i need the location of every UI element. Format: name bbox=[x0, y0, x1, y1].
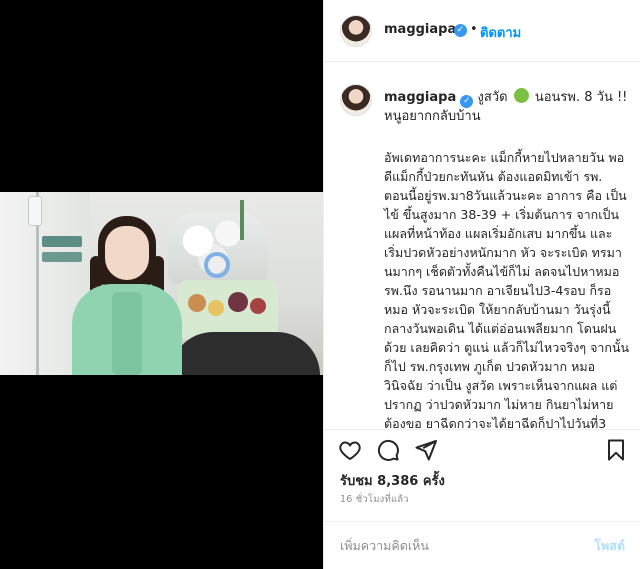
likes-prefix: รับชม bbox=[340, 474, 373, 489]
heart-icon[interactable] bbox=[338, 438, 362, 462]
post-media bbox=[0, 0, 323, 569]
fruit-basket bbox=[178, 280, 278, 340]
likes-suffix: ครั้ง bbox=[422, 474, 445, 489]
person bbox=[72, 216, 182, 375]
post-header: maggiapa ✓ • ติดตาม bbox=[324, 0, 640, 62]
ribbon-bow bbox=[204, 252, 230, 278]
header-separator: • bbox=[470, 22, 478, 37]
plant-stem bbox=[240, 200, 244, 240]
snake-emoji-icon bbox=[513, 88, 529, 103]
post-caption: maggiapa ✓ งูสวัด นอนรพ. 8 วัน !! หนูอยา… bbox=[324, 62, 640, 430]
avatar[interactable] bbox=[340, 15, 372, 47]
post-photo[interactable] bbox=[0, 192, 323, 375]
header-username[interactable]: maggiapa bbox=[384, 22, 456, 37]
bookmark-icon[interactable] bbox=[604, 438, 628, 462]
post-comment-button[interactable]: โพสต์ bbox=[594, 536, 625, 556]
post-timestamp[interactable]: 16 ชั่วโมงที่แล้ว bbox=[340, 492, 409, 507]
side-table bbox=[170, 332, 320, 375]
iv-bag bbox=[28, 196, 42, 226]
comment-bar: โพสต์ bbox=[324, 521, 640, 569]
likes-count[interactable]: รับชม 8,386 ครั้ง bbox=[340, 470, 445, 491]
post-sidebar: maggiapa ✓ • ติดตาม maggiapa ✓ งูสวัด นอ… bbox=[323, 0, 640, 569]
caption-title: งูสวัด bbox=[477, 90, 508, 105]
avatar[interactable] bbox=[340, 84, 372, 116]
comment-bubble-icon[interactable] bbox=[376, 438, 400, 462]
action-bar bbox=[324, 430, 640, 470]
instagram-post-modal: maggiapa ✓ • ติดตาม maggiapa ✓ งูสวัด นอ… bbox=[0, 0, 640, 569]
caption-body: อัพเดทอาการนะคะ แม็กกี้หายไปหลายวัน พอดี… bbox=[384, 150, 630, 430]
caption-username[interactable]: maggiapa bbox=[384, 90, 456, 105]
caption-heading: maggiapa ✓ งูสวัด นอนรพ. 8 วัน !! หนูอยา… bbox=[384, 88, 630, 126]
likes-number: 8,386 bbox=[377, 474, 419, 489]
verified-badge-icon: ✓ bbox=[454, 24, 467, 37]
follow-button[interactable]: ติดตาม bbox=[480, 22, 521, 43]
paper-plane-icon[interactable] bbox=[414, 438, 438, 462]
verified-badge-icon: ✓ bbox=[460, 95, 474, 108]
comment-input[interactable] bbox=[340, 534, 570, 556]
